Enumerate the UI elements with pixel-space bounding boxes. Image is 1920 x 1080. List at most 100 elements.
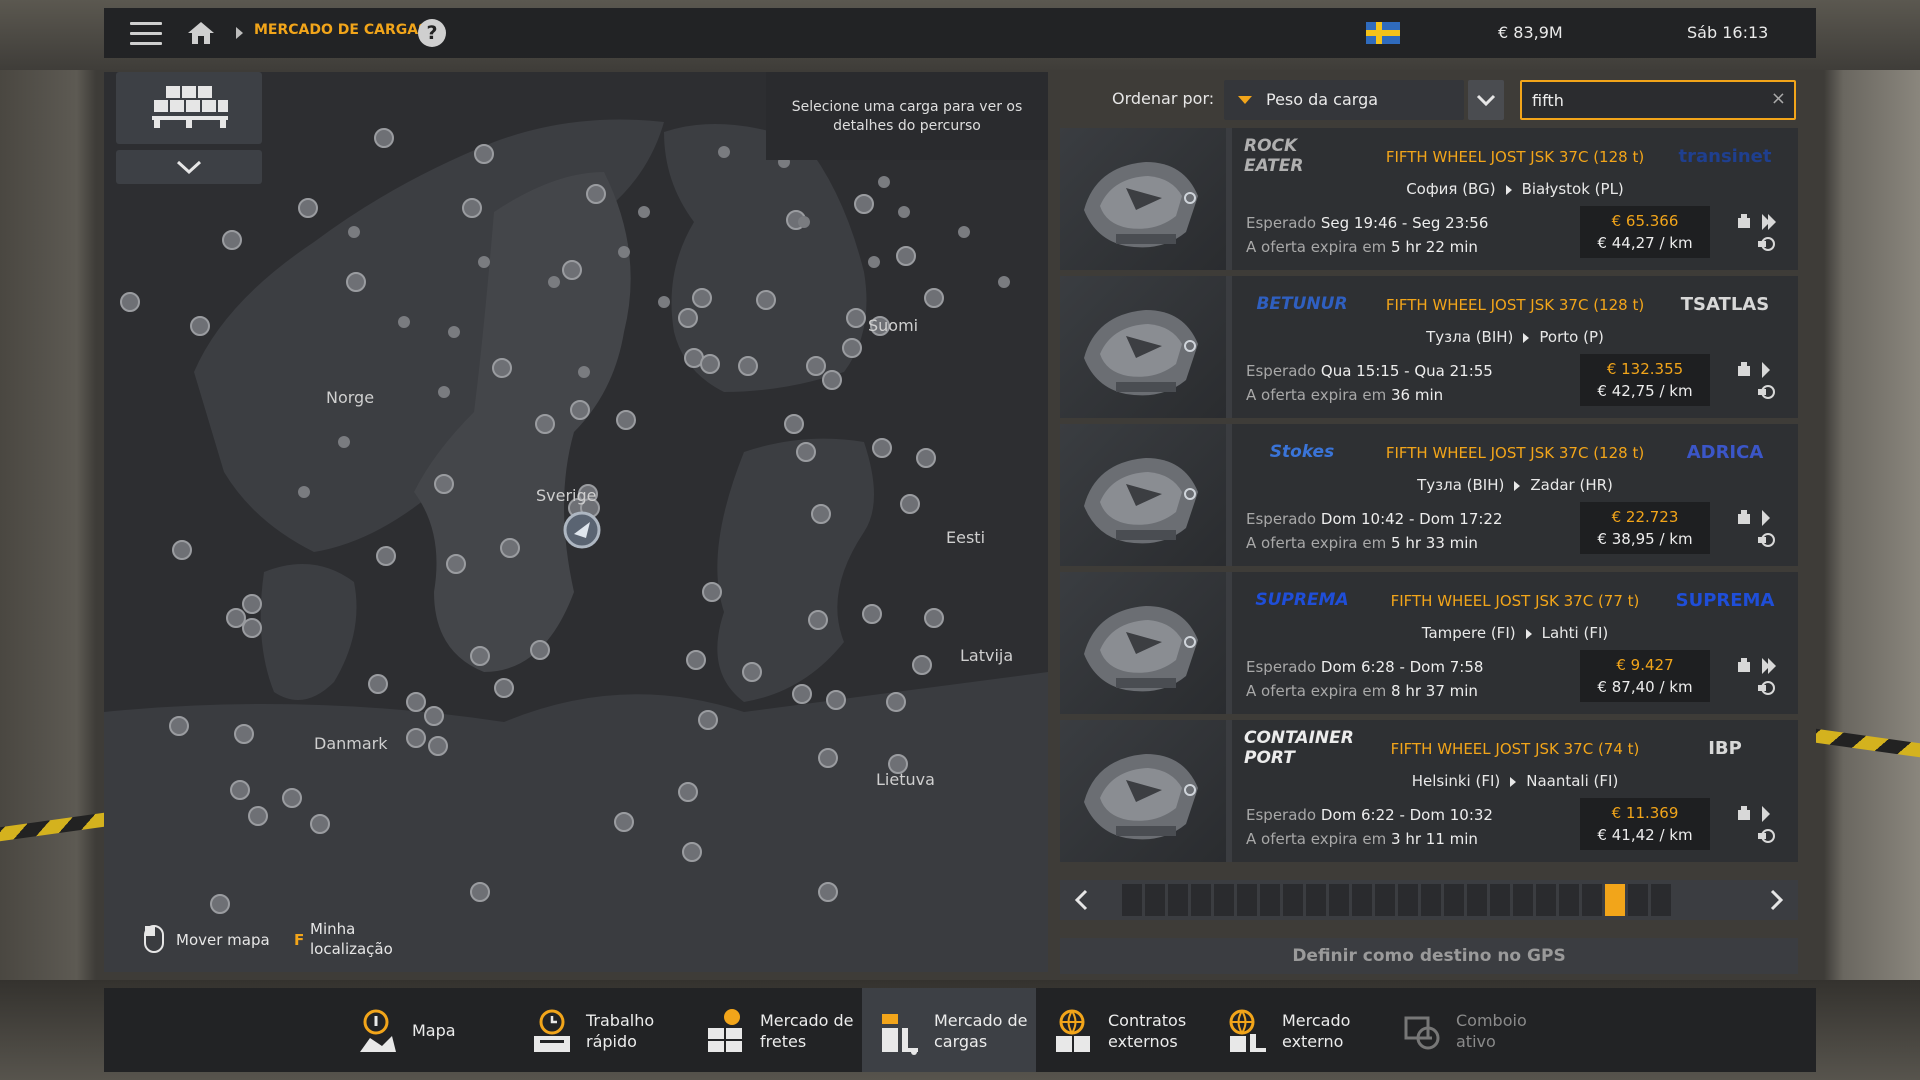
page-segment[interactable] bbox=[1490, 884, 1510, 916]
help-icon[interactable]: ? bbox=[418, 19, 446, 47]
city-marker[interactable] bbox=[492, 358, 512, 378]
page-segment[interactable] bbox=[1582, 884, 1602, 916]
page-segment[interactable] bbox=[1536, 884, 1556, 916]
city-marker[interactable] bbox=[586, 184, 606, 204]
city-marker[interactable] bbox=[535, 414, 555, 434]
cargo-job-row[interactable]: CONTAINER PORT FIFTH WHEEL JOST JSK 37C (… bbox=[1060, 720, 1798, 862]
page-segment[interactable] bbox=[1122, 884, 1142, 916]
city-marker[interactable] bbox=[434, 474, 454, 494]
city-marker[interactable] bbox=[900, 494, 920, 514]
city-marker[interactable] bbox=[842, 338, 862, 358]
page-segment[interactable] bbox=[1375, 884, 1395, 916]
nav-tab-freight-market[interactable]: Mercado de fretes bbox=[688, 988, 862, 1072]
city-marker[interactable] bbox=[494, 678, 514, 698]
page-segment[interactable] bbox=[1168, 884, 1188, 916]
city-marker[interactable] bbox=[738, 356, 758, 376]
city-marker[interactable] bbox=[424, 706, 444, 726]
city-marker[interactable] bbox=[616, 410, 636, 430]
collapse-button[interactable] bbox=[116, 150, 262, 184]
city-marker[interactable] bbox=[230, 780, 250, 800]
city-marker[interactable] bbox=[428, 736, 448, 756]
city-marker[interactable] bbox=[756, 290, 776, 310]
clear-search-icon[interactable]: × bbox=[1771, 88, 1786, 109]
city-marker[interactable] bbox=[500, 538, 520, 558]
city-marker[interactable] bbox=[226, 608, 246, 628]
page-segment[interactable] bbox=[1467, 884, 1487, 916]
page-segment[interactable] bbox=[1191, 884, 1211, 916]
city-marker[interactable] bbox=[678, 308, 698, 328]
city-marker[interactable] bbox=[570, 400, 590, 420]
page-segment[interactable] bbox=[1513, 884, 1533, 916]
page-segment[interactable] bbox=[1628, 884, 1648, 916]
city-marker[interactable] bbox=[190, 316, 210, 336]
city-marker[interactable] bbox=[234, 724, 254, 744]
city-marker[interactable] bbox=[698, 710, 718, 730]
city-marker[interactable] bbox=[792, 684, 812, 704]
city-marker[interactable] bbox=[282, 788, 302, 808]
sort-select[interactable]: Peso da carga bbox=[1224, 80, 1464, 120]
city-marker[interactable] bbox=[614, 812, 634, 832]
city-marker[interactable] bbox=[374, 128, 394, 148]
page-segment[interactable] bbox=[1444, 884, 1464, 916]
city-marker[interactable] bbox=[376, 546, 396, 566]
city-marker[interactable] bbox=[298, 198, 318, 218]
city-marker[interactable] bbox=[346, 272, 366, 292]
city-marker[interactable] bbox=[924, 288, 944, 308]
city-marker[interactable] bbox=[872, 438, 892, 458]
page-segment[interactable] bbox=[1237, 884, 1257, 916]
city-marker[interactable] bbox=[222, 230, 242, 250]
nav-tab-map[interactable]: Mapa bbox=[340, 988, 514, 1072]
city-marker[interactable] bbox=[310, 814, 330, 834]
nav-tab-quick-job[interactable]: Trabalho rápido bbox=[514, 988, 688, 1072]
cargo-job-row[interactable]: Stokes FIFTH WHEEL JOST JSK 37C (128 t) AD… bbox=[1060, 424, 1798, 566]
locate-label-2[interactable]: localização bbox=[310, 940, 393, 958]
page-segment[interactable] bbox=[1352, 884, 1372, 916]
city-marker[interactable] bbox=[474, 144, 494, 164]
page-segment[interactable] bbox=[1214, 884, 1234, 916]
nav-tab-external-market[interactable]: Mercado externo bbox=[1210, 988, 1384, 1072]
city-marker[interactable] bbox=[686, 650, 706, 670]
page-segment[interactable] bbox=[1306, 884, 1326, 916]
search-input[interactable] bbox=[1532, 88, 1752, 112]
city-marker[interactable] bbox=[862, 604, 882, 624]
city-marker[interactable] bbox=[826, 690, 846, 710]
city-marker[interactable] bbox=[818, 882, 838, 902]
page-segment[interactable] bbox=[1283, 884, 1303, 916]
set-gps-destination-button[interactable]: Definir como destino no GPS bbox=[1060, 938, 1798, 974]
city-marker[interactable] bbox=[169, 716, 189, 736]
city-marker[interactable] bbox=[784, 414, 804, 434]
city-marker[interactable] bbox=[916, 448, 936, 468]
city-marker[interactable] bbox=[406, 692, 426, 712]
city-marker[interactable] bbox=[846, 308, 866, 328]
map-panel[interactable]: Selecione uma carga para ver os detalhes… bbox=[104, 72, 1048, 972]
city-marker[interactable] bbox=[562, 260, 582, 280]
page-segment-current[interactable] bbox=[1605, 884, 1625, 916]
city-marker[interactable] bbox=[811, 504, 831, 524]
city-marker[interactable] bbox=[242, 618, 262, 638]
city-marker[interactable] bbox=[742, 662, 762, 682]
city-marker[interactable] bbox=[692, 288, 712, 308]
city-marker[interactable] bbox=[678, 782, 698, 802]
page-segment[interactable] bbox=[1421, 884, 1441, 916]
city-marker[interactable] bbox=[818, 748, 838, 768]
city-marker[interactable] bbox=[700, 354, 720, 374]
page-segment[interactable] bbox=[1651, 884, 1671, 916]
city-marker[interactable] bbox=[808, 610, 828, 630]
nav-tab-cargo-market[interactable]: Mercado de cargas bbox=[862, 988, 1036, 1072]
locate-label-1[interactable]: Minha bbox=[310, 920, 355, 938]
city-marker[interactable] bbox=[406, 728, 426, 748]
sort-dropdown-button[interactable] bbox=[1468, 80, 1504, 120]
nav-tab-convoy[interactable]: Comboio ativo bbox=[1384, 988, 1558, 1072]
page-segment[interactable] bbox=[1145, 884, 1165, 916]
city-marker[interactable] bbox=[368, 674, 388, 694]
city-marker[interactable] bbox=[242, 594, 262, 614]
city-marker[interactable] bbox=[822, 370, 842, 390]
menu-icon[interactable] bbox=[130, 22, 162, 46]
city-marker[interactable] bbox=[446, 554, 466, 574]
city-marker[interactable] bbox=[924, 608, 944, 628]
next-page-button[interactable] bbox=[1754, 880, 1798, 920]
city-marker[interactable] bbox=[682, 842, 702, 862]
prev-page-button[interactable] bbox=[1060, 880, 1104, 920]
city-marker[interactable] bbox=[470, 882, 490, 902]
city-marker[interactable] bbox=[172, 540, 192, 560]
